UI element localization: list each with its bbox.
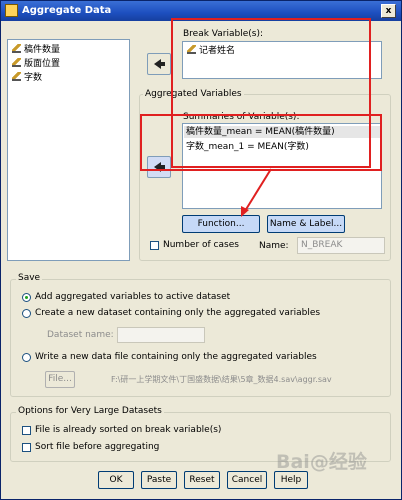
aggregate-data-dialog: Aggregate Data x 稿件数量 版面位置 字数 Break Vari…	[0, 0, 402, 500]
annotation-arrow	[241, 168, 272, 217]
